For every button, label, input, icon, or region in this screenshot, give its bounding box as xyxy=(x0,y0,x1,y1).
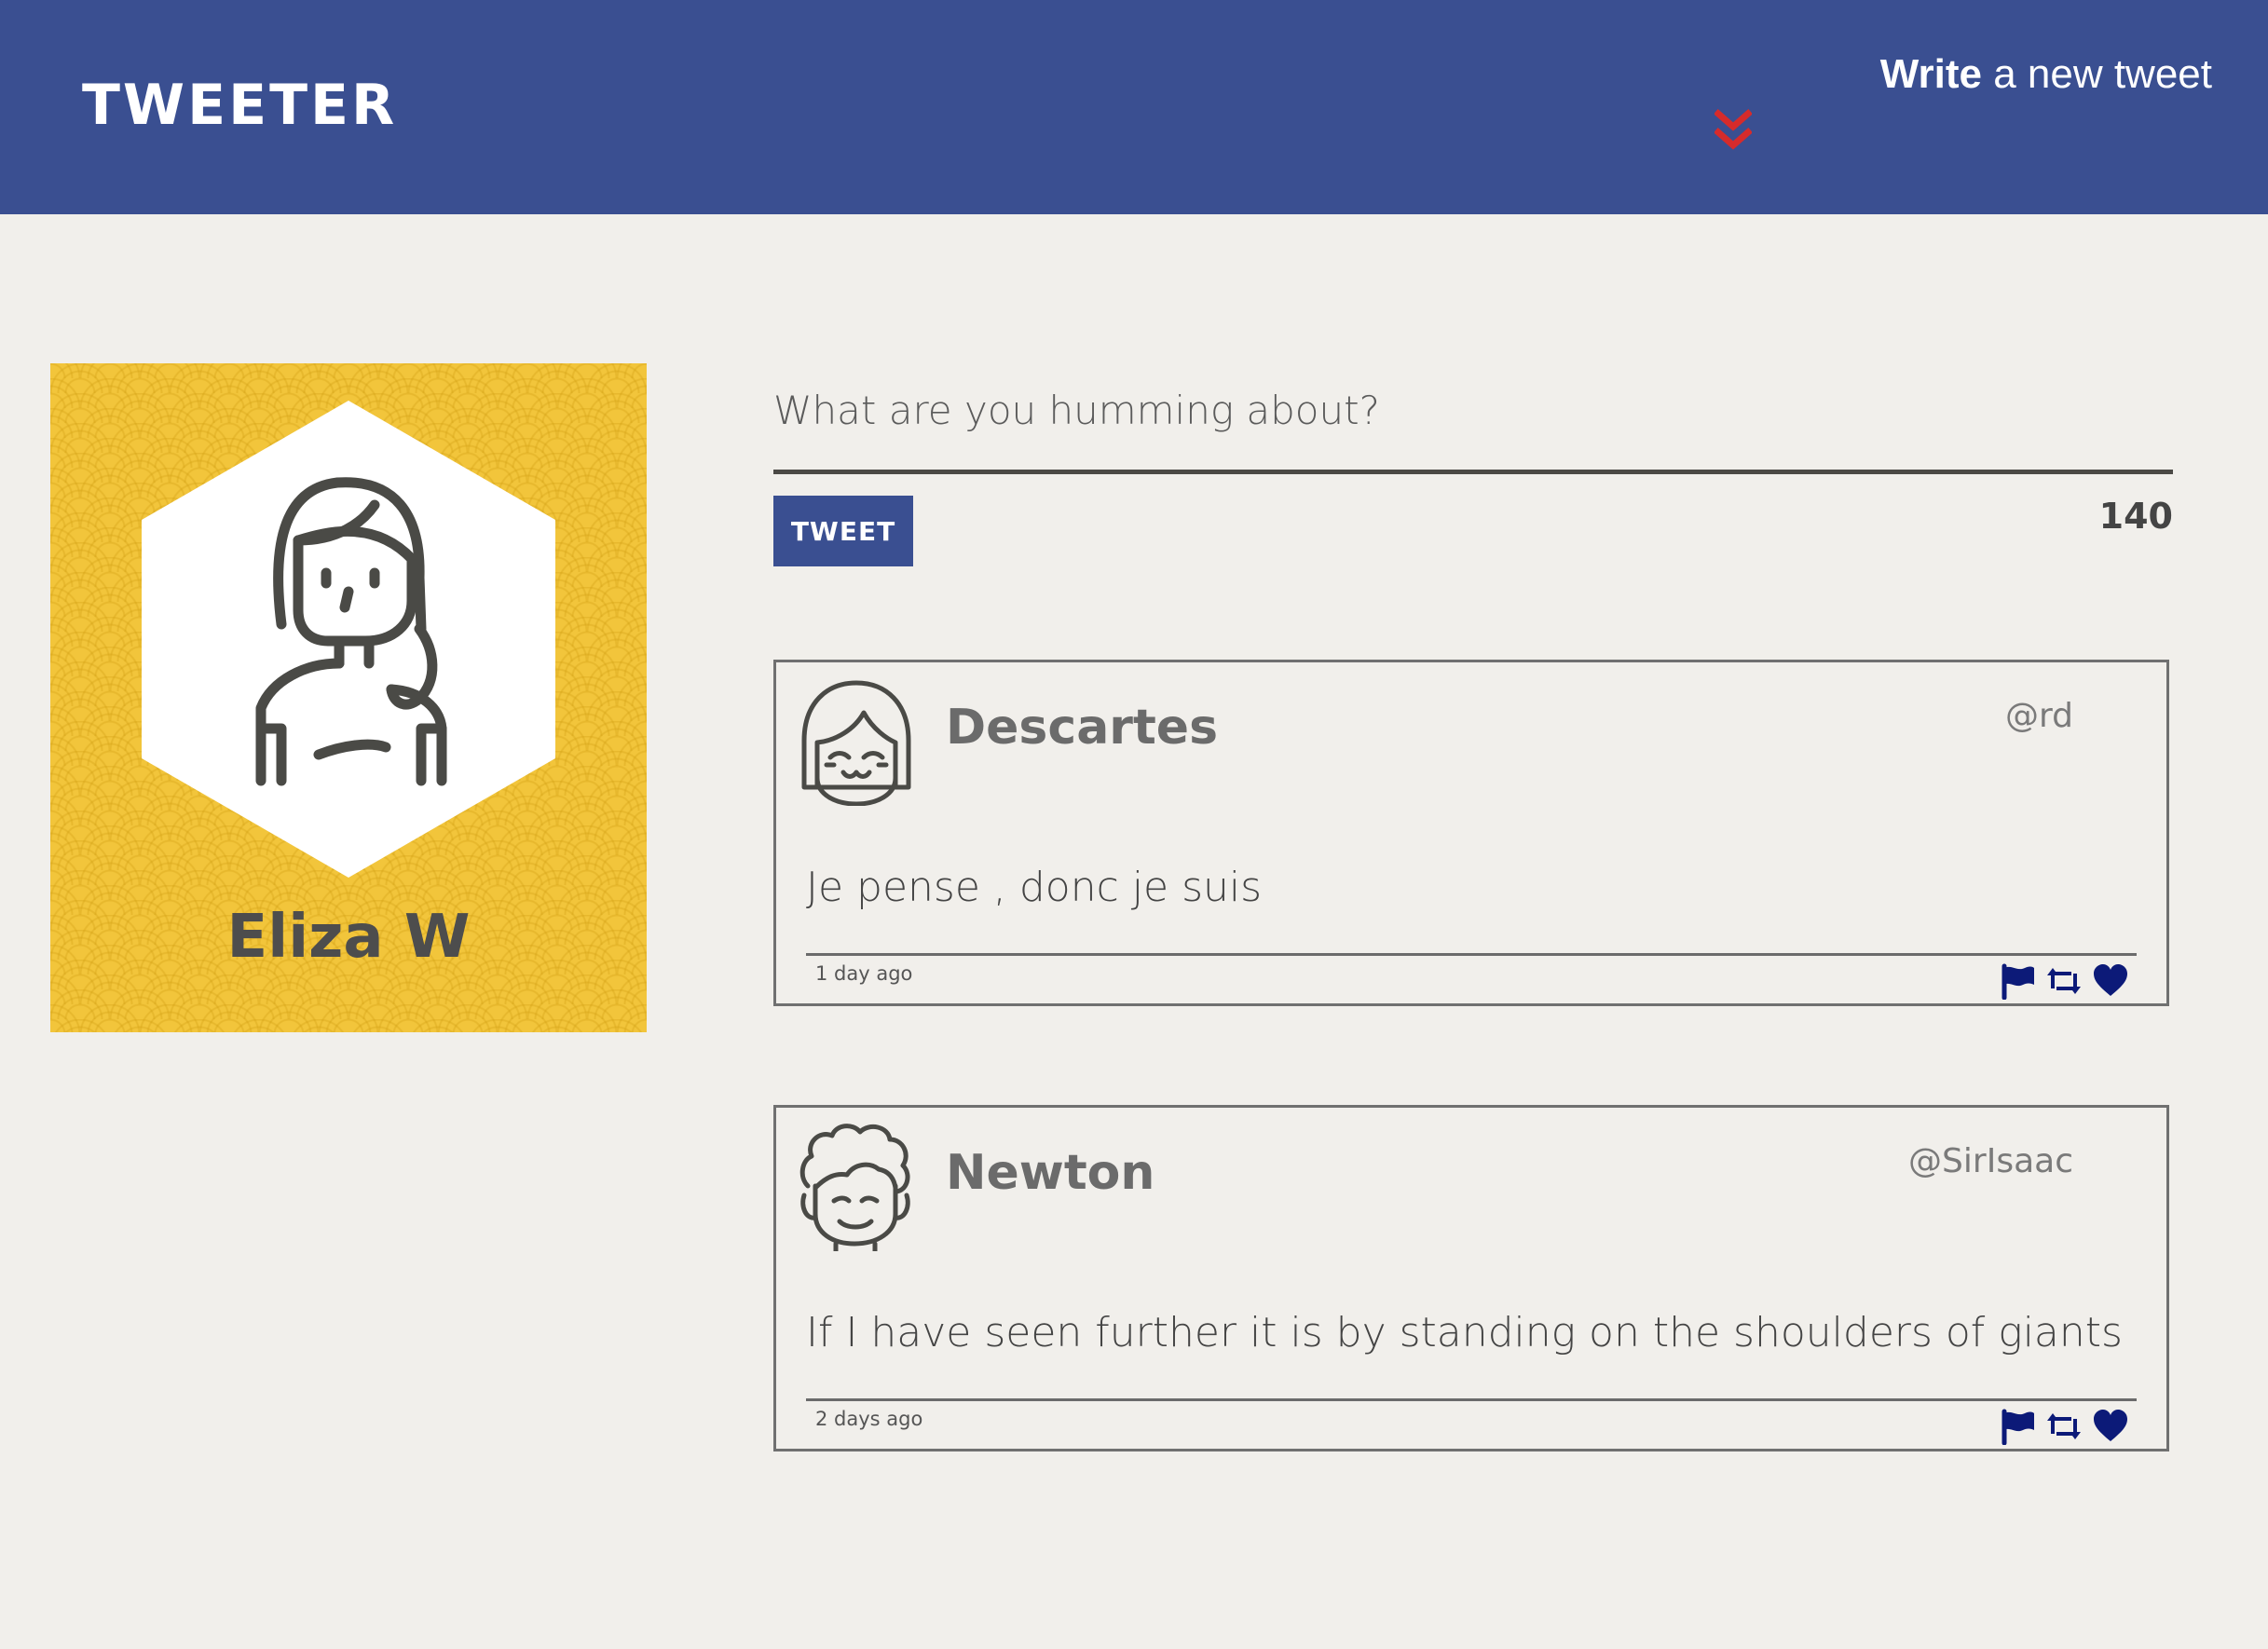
girl-avatar-icon xyxy=(801,680,911,806)
flag-icon[interactable] xyxy=(1999,1408,2036,1445)
tweet-card: Descartes @rd Je pense , donc je suis 1 … xyxy=(773,660,2169,1006)
tweet-card: Newton @SirIsaac If I have seen further … xyxy=(773,1105,2169,1451)
tweet-author-name[interactable]: Newton xyxy=(946,1143,1154,1203)
tweet-submit-button[interactable]: TWEET xyxy=(773,496,913,566)
profile-name: Eliza W xyxy=(226,903,471,972)
curly-hair-avatar-icon xyxy=(799,1124,910,1251)
tweet-timestamp: 2 days ago xyxy=(815,1408,923,1430)
tweet-compose-input[interactable] xyxy=(773,359,2171,461)
tweet-divider xyxy=(806,1398,2137,1401)
tweet-author-handle[interactable]: @SirIsaac xyxy=(1908,1139,2073,1184)
profile-card: Eliza W xyxy=(50,363,647,1032)
tweet-body: Je pense , donc je suis xyxy=(806,864,1263,911)
woman-avatar-icon xyxy=(142,401,555,878)
tweet-actions xyxy=(1999,962,2129,1000)
tweet-author-handle[interactable]: @rd xyxy=(2005,694,2073,739)
brand-logo[interactable]: TWEETER xyxy=(82,73,397,138)
heart-icon[interactable] xyxy=(2092,1408,2129,1445)
composer-underline xyxy=(773,470,2173,474)
double-chevron-down-icon[interactable] xyxy=(1715,108,1752,155)
flag-icon[interactable] xyxy=(1999,962,2036,1000)
tweet-body: If I have seen further it is by standing… xyxy=(806,1309,2123,1356)
heart-icon[interactable] xyxy=(2092,962,2129,1000)
character-counter: 140 xyxy=(2098,496,2173,537)
tweet-actions xyxy=(1999,1408,2129,1445)
write-new-tweet-toggle[interactable]: Write a new tweet xyxy=(1783,48,2212,160)
retweet-icon[interactable] xyxy=(2045,962,2083,1000)
tweet-author-name[interactable]: Descartes xyxy=(946,698,1218,757)
write-new-tweet-label: Write a new tweet xyxy=(1879,51,2212,97)
tweet-divider xyxy=(806,953,2137,956)
retweet-icon[interactable] xyxy=(2045,1408,2083,1445)
tweet-timestamp: 1 day ago xyxy=(815,962,913,985)
